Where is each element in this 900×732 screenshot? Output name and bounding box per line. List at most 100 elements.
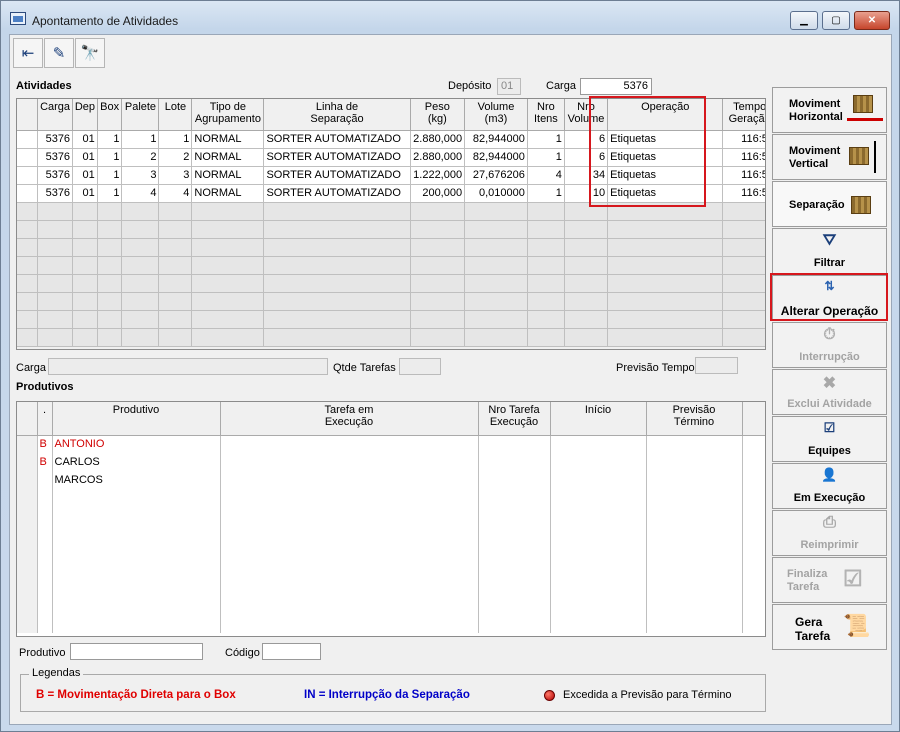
moviment-vertical-button[interactable]: Moviment Vertical xyxy=(772,134,887,180)
table-cell xyxy=(37,615,53,633)
deposito-label: Depósito xyxy=(448,80,492,92)
list-item[interactable] xyxy=(17,543,765,561)
moviment-horizontal-button[interactable]: Moviment Horizontal xyxy=(772,87,887,133)
atividades-col-header[interactable]: Dep xyxy=(72,99,98,131)
col-header-line: Palete xyxy=(124,101,157,113)
atividades-col-header[interactable]: Volume (m3) xyxy=(464,99,528,131)
table-row[interactable] xyxy=(17,238,765,257)
row-selector xyxy=(17,507,38,525)
alterar-operacao-highlight xyxy=(770,273,888,321)
info-carga-label: Carga xyxy=(16,362,46,374)
row-selector[interactable] xyxy=(17,130,39,149)
deposito-field[interactable]: 01 xyxy=(497,78,521,95)
atividades-col-header[interactable]: Linha de Separação xyxy=(263,99,411,131)
produtivos-col-header[interactable]: Previsão Término xyxy=(646,402,743,436)
separacao-button[interactable]: Separação xyxy=(772,181,887,227)
produtivos-grid[interactable]: . Produtivo Tarefa em Execução Nro Tarefa Exe… xyxy=(16,401,766,637)
table-row[interactable] xyxy=(17,256,765,275)
atividades-col-header[interactable]: TempoGeração xyxy=(722,99,765,131)
list-item[interactable]: B ANTONIO xyxy=(17,435,765,453)
list-item[interactable] xyxy=(17,561,765,579)
atividades-col-header[interactable]: Palete xyxy=(121,99,160,131)
produtivos-col-header[interactable]: Início xyxy=(550,402,647,436)
atividades-col-header[interactable]: Nro Itens xyxy=(527,99,565,131)
table-row[interactable] xyxy=(17,310,765,329)
col-header-line: Dep xyxy=(74,101,95,113)
table-cell xyxy=(263,202,411,221)
atividades-col-header[interactable]: Tipo de Agrupamento xyxy=(191,99,265,131)
finaliza-label-2: Tarefa xyxy=(787,581,820,593)
table-cell xyxy=(52,489,221,507)
row-selector[interactable] xyxy=(17,166,39,185)
maximize-button[interactable]: ▢ xyxy=(822,11,850,30)
table-cell xyxy=(646,453,743,471)
gera-tarefa-button[interactable]: Gera Tarefa 📜 xyxy=(772,604,887,650)
table-cell xyxy=(722,292,765,311)
row-selector[interactable] xyxy=(17,292,39,311)
table-cell xyxy=(191,238,265,257)
table-cell xyxy=(97,238,123,257)
atividades-col-header[interactable]: Peso (kg) xyxy=(410,99,466,131)
finaliza-tarefa-button[interactable]: Finaliza Tarefa ☑ xyxy=(772,557,887,603)
row-selector[interactable] xyxy=(17,148,39,167)
table-cell xyxy=(607,328,724,347)
table-cell xyxy=(478,435,551,453)
produtivos-col-header[interactable]: Tarefa em Execução xyxy=(220,402,479,436)
minimize-button[interactable]: ▁ xyxy=(790,11,818,30)
table-cell xyxy=(742,453,765,471)
list-item[interactable] xyxy=(17,489,765,507)
list-item[interactable] xyxy=(17,615,765,633)
reimprimir-button[interactable]: ⎙ Reimprimir xyxy=(772,510,887,556)
clear-button[interactable]: ✎ xyxy=(44,38,74,68)
table-cell xyxy=(220,507,479,525)
carga-field[interactable]: 5376 xyxy=(580,78,652,95)
list-item[interactable]: MARCOS xyxy=(17,471,765,489)
close-button[interactable]: ✕ xyxy=(854,11,890,30)
table-row[interactable] xyxy=(17,274,765,293)
atividades-col-header[interactable]: Lote xyxy=(158,99,193,131)
list-item[interactable] xyxy=(17,507,765,525)
table-cell xyxy=(37,525,53,543)
search-button[interactable]: 🔭 xyxy=(75,38,105,68)
table-cell: 0,010000 xyxy=(464,184,528,203)
table-cell: 116:58 xyxy=(722,148,765,167)
equipes-button[interactable]: ☑ Equipes xyxy=(772,416,887,462)
row-selector[interactable] xyxy=(17,328,39,347)
row-selector[interactable] xyxy=(17,256,39,275)
filtrar-button[interactable]: ⛛ Filtrar xyxy=(772,228,887,274)
list-item[interactable] xyxy=(17,597,765,615)
row-selector[interactable] xyxy=(17,184,39,203)
table-cell xyxy=(742,489,765,507)
list-item[interactable] xyxy=(17,579,765,597)
row-selector[interactable] xyxy=(17,310,39,329)
table-cell xyxy=(646,579,743,597)
list-item[interactable]: B CARLOS xyxy=(17,453,765,471)
table-row[interactable] xyxy=(17,328,765,347)
table-row[interactable] xyxy=(17,292,765,311)
row-selector[interactable] xyxy=(17,274,39,293)
produtivo-input[interactable] xyxy=(70,643,203,660)
produtivos-col-header[interactable]: Nro Tarefa Execução xyxy=(478,402,551,436)
atividades-col-header[interactable]: Box xyxy=(97,99,123,131)
produtivos-col-header[interactable]: . xyxy=(37,402,53,436)
interrupcao-button[interactable]: ⏱ Interrupção xyxy=(772,322,887,368)
row-selector xyxy=(17,615,38,633)
table-cell xyxy=(478,489,551,507)
exit-button[interactable]: ⇤ xyxy=(13,38,43,68)
table-cell xyxy=(52,597,221,615)
table-cell xyxy=(607,238,724,257)
table-row[interactable] xyxy=(17,220,765,239)
table-cell xyxy=(646,435,743,453)
col-header-line: . xyxy=(42,404,47,416)
atividades-section-label: Atividades xyxy=(16,80,72,92)
exclui-atividade-button[interactable]: ✖ Exclui Atividade xyxy=(772,369,887,415)
atividades-col-header[interactable]: Carga xyxy=(37,99,74,131)
codigo-input[interactable] xyxy=(262,643,321,660)
produtivos-col-header[interactable]: Produtivo xyxy=(52,402,221,436)
em-execucao-button[interactable]: 👤 Em Execução xyxy=(772,463,887,509)
row-selector[interactable] xyxy=(17,220,39,239)
list-item[interactable] xyxy=(17,525,765,543)
table-cell: 2 xyxy=(158,148,193,167)
row-selector[interactable] xyxy=(17,202,39,221)
row-selector[interactable] xyxy=(17,238,39,257)
